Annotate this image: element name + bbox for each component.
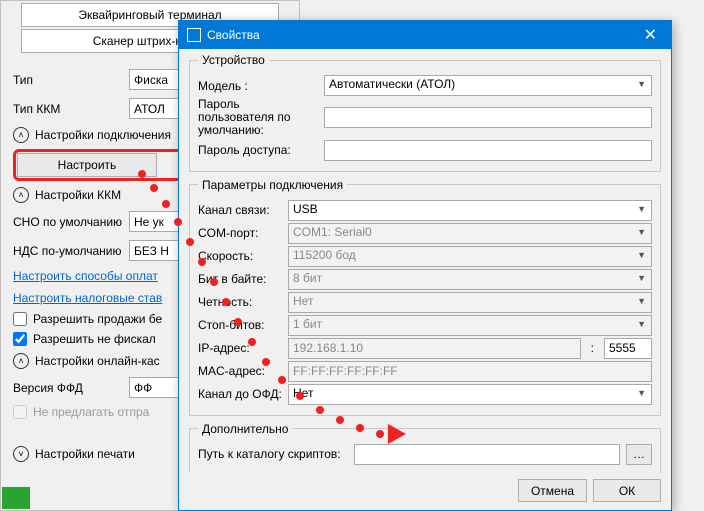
connection-params-legend: Параметры подключения	[198, 178, 347, 192]
kkm-type-label: Тип ККМ	[13, 102, 123, 116]
type-label: Тип	[13, 73, 123, 87]
ip-input	[288, 338, 581, 359]
window-icon	[187, 28, 201, 42]
channel-select[interactable]: USB	[288, 200, 652, 221]
stop-bits-select: 1 бит	[288, 315, 652, 336]
com-port-select: COM1: Serial0	[288, 223, 652, 244]
allow-sales-checkbox[interactable]	[13, 312, 27, 326]
parity-label: Четность:	[198, 295, 282, 309]
com-port-label: COM-порт:	[198, 226, 282, 240]
allow-sales-label: Разрешить продажи бе	[33, 312, 162, 326]
device-legend: Устройство	[198, 53, 269, 67]
model-select[interactable]: Автоматически (АТОЛ)	[324, 75, 652, 96]
speed-label: Скорость:	[198, 249, 282, 263]
mac-input	[288, 361, 652, 382]
extra-group: Дополнительно Путь к каталогу скриптов: …	[189, 422, 661, 473]
configure-payment-link[interactable]: Настроить способы оплат	[13, 269, 158, 283]
ofd-channel-select[interactable]: Нет	[288, 384, 652, 405]
online-cashier-section: Настройки онлайн-кас	[35, 354, 160, 368]
chevron-up-icon[interactable]: ˄	[13, 187, 29, 203]
sno-label: СНО по умолчанию	[13, 215, 123, 229]
kkm-settings-section: Настройки ККМ	[35, 188, 121, 202]
cancel-button[interactable]: Отмена	[518, 479, 587, 502]
ok-button[interactable]: ОК	[593, 479, 661, 502]
green-indicator	[2, 487, 30, 509]
speed-select: 115200 бод	[288, 246, 652, 267]
access-password-label: Пароль доступа:	[198, 143, 318, 157]
allow-nofiscal-label: Разрешить не фискал	[33, 332, 156, 346]
port-input	[604, 338, 652, 359]
connection-params-group: Параметры подключения Канал связи: USB C…	[189, 178, 661, 416]
access-password-input[interactable]	[324, 140, 652, 161]
ip-label: IP-адрес:	[198, 341, 282, 355]
print-settings-section: Настройки печати	[35, 447, 135, 461]
dialog-buttons: Отмена ОК	[179, 473, 671, 510]
mac-label: MAC-адрес:	[198, 364, 282, 378]
window-title: Свойства	[207, 28, 260, 42]
titlebar[interactable]: Свойства ✕	[179, 21, 671, 49]
scripts-path-label: Путь к каталогу скриптов:	[198, 447, 348, 461]
close-icon[interactable]: ✕	[638, 25, 663, 45]
channel-label: Канал связи:	[198, 203, 282, 217]
extra-legend: Дополнительно	[198, 422, 292, 436]
allow-nofiscal-checkbox[interactable]	[13, 332, 27, 346]
no-offer-checkbox	[13, 405, 27, 419]
ofd-channel-label: Канал до ОФД:	[198, 387, 282, 401]
nds-label: НДС по-умолчанию	[13, 244, 123, 258]
scripts-path-input[interactable]	[354, 444, 620, 465]
user-password-label: Пароль пользователя по умолчанию:	[198, 98, 318, 138]
configure-button[interactable]: Настроить	[17, 153, 157, 177]
model-label: Модель :	[198, 79, 318, 93]
chevron-up-icon[interactable]: ˄	[13, 127, 29, 143]
device-group: Устройство Модель : Автоматически (АТОЛ)…	[189, 53, 661, 172]
ffd-version-label: Версия ФФД	[13, 381, 123, 395]
connection-settings-section: Настройки подключения	[35, 128, 171, 142]
bits-select: 8 бит	[288, 269, 652, 290]
chevron-down-icon[interactable]: ˅	[13, 446, 29, 462]
chevron-up-icon[interactable]: ˄	[13, 353, 29, 369]
port-separator: :	[587, 341, 598, 355]
configure-tax-link[interactable]: Настроить налоговые став	[13, 291, 162, 305]
browse-button[interactable]: …	[626, 444, 652, 465]
user-password-input[interactable]	[324, 107, 652, 128]
properties-dialog: Свойства ✕ Устройство Модель : Автоматич…	[178, 20, 672, 511]
parity-select: Нет	[288, 292, 652, 313]
no-offer-label: Не предлагать отпра	[33, 405, 149, 419]
